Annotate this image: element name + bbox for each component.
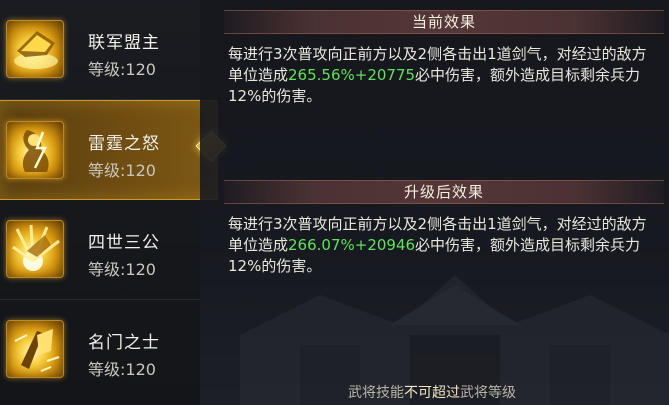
skill-level-cap-note: 武将技能不可超过武将等级 xyxy=(348,382,516,402)
upgrade-effect-header: 升级后效果 xyxy=(224,180,664,204)
current-effect-title: 当前效果 xyxy=(411,13,476,31)
upgrade-effect-title: 升级后效果 xyxy=(403,183,484,201)
current-effect-description: 每进行3次普攻向正前方以及2侧各击出1道剑气，对经过的敌方单位造成265.56%… xyxy=(228,44,658,107)
skill-level: 等级:120 xyxy=(88,161,156,180)
current-damage-value: 265.56%+20775 xyxy=(288,66,416,84)
current-effect-header: 当前效果 xyxy=(224,10,664,34)
skill-name: 雷霆之怒 xyxy=(88,134,160,154)
golden-scroll-icon xyxy=(6,320,64,378)
skill-level: 等级:120 xyxy=(88,260,156,279)
skill-name: 名门之士 xyxy=(88,333,160,353)
skill-list: 联军盟主 等级:120 雷霆之怒 等级:120 四世三公 等级:120 名门之士… xyxy=(0,0,227,405)
golden-banner-icon xyxy=(6,20,64,78)
footer-text-1: 武将技能 xyxy=(348,385,404,401)
footer-text-2: 不可超过 xyxy=(404,385,460,401)
skill-level: 等级:120 xyxy=(88,360,156,379)
skill-level: 等级:120 xyxy=(88,60,156,79)
skill-item-mingmen-zhishi[interactable]: 名门之士 等级:120 xyxy=(0,300,200,400)
skill-detail-panel: 当前效果 每进行3次普攻向正前方以及2侧各击出1道剑气，对经过的敌方单位造成26… xyxy=(200,0,669,405)
upgrade-effect-description: 每进行3次普攻向正前方以及2侧各击出1道剑气，对经过的敌方单位造成266.07%… xyxy=(228,214,658,277)
skill-name: 联军盟主 xyxy=(88,33,160,53)
golden-burst-icon xyxy=(6,220,64,278)
upgrade-damage-value: 266.07%+20946 xyxy=(288,236,416,254)
skill-name: 四世三公 xyxy=(88,233,160,253)
thunder-warrior-icon xyxy=(6,121,64,179)
skill-item-sishi-sangong[interactable]: 四世三公 等级:120 xyxy=(0,200,200,300)
skill-item-lianjun-mengzhu[interactable]: 联军盟主 等级:120 xyxy=(0,0,200,100)
skill-item-leiting-zhinu[interactable]: 雷霆之怒 等级:120 xyxy=(0,100,227,200)
footer-text-3: 武将等级 xyxy=(460,385,516,401)
